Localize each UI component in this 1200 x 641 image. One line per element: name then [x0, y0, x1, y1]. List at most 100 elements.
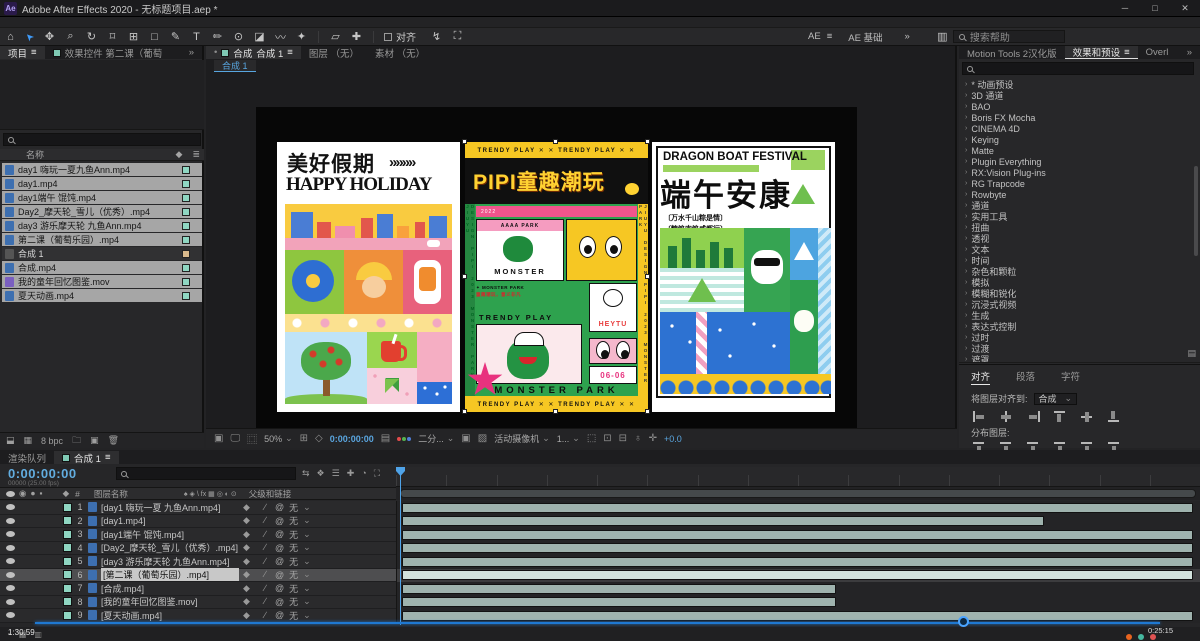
label-color-chip[interactable] [182, 291, 190, 300]
effect-group[interactable]: › RG Trapcode [959, 178, 1200, 189]
layer-parent-dropdown[interactable]: @ 无 ⌄ [275, 582, 355, 595]
exposure-value[interactable]: +0.0 [664, 434, 682, 444]
effect-group[interactable]: › 杂色和颗粒 [959, 266, 1200, 277]
label-column-icon[interactable]: ◆ [63, 488, 70, 499]
layer-row[interactable]: 7 [合成.mp4] ◆ ∕ @ 无 ⌄ [0, 582, 1200, 596]
label-color-chip[interactable] [182, 277, 190, 286]
pickwhip-icon[interactable]: @ [275, 570, 284, 580]
effect-group[interactable]: › 透视 [959, 233, 1200, 244]
av-columns-icons[interactable]: ◉●▪ [19, 488, 47, 499]
project-item[interactable]: day1 嗨玩一夏九鱼Ann.mp4 [2, 163, 202, 176]
expand-chevron-icon[interactable]: › [965, 103, 967, 110]
selection-handle[interactable] [462, 139, 467, 144]
layer-row[interactable]: 6 [第二课（葡萄乐园）.mp4] ◆ ∕ @ 无 ⌄ [0, 568, 1200, 582]
hand-tool-icon[interactable]: ✥ [39, 30, 60, 43]
tab-paragraph[interactable]: 段落 [1016, 369, 1035, 385]
layer-track[interactable] [396, 501, 1200, 515]
label-color-chip[interactable] [182, 179, 190, 188]
align-center-horizontal-icon[interactable] [1000, 411, 1013, 422]
expand-chevron-icon[interactable]: › [965, 191, 967, 198]
layer-row[interactable]: 2 [day1.mp4] ◆ ∕ @ 无 ⌄ [0, 514, 1200, 528]
expand-chevron-icon[interactable]: › [965, 334, 967, 341]
expand-chevron-icon[interactable]: › [965, 180, 967, 187]
layer-duration-bar[interactable] [402, 556, 1193, 567]
expand-chevron-icon[interactable]: › [965, 92, 967, 99]
region-of-interest-icon[interactable]: ▣ [461, 433, 470, 444]
layer-switches[interactable]: ◆ ∕ [239, 502, 275, 513]
pan-behind-tool-icon[interactable]: ⊞ [123, 30, 144, 43]
effect-group[interactable]: › RX:Vision Plug-ins [959, 167, 1200, 178]
effect-group[interactable]: › 实用工具 [959, 211, 1200, 222]
workspace-overflow-icon[interactable]: » [905, 31, 910, 42]
snap-toggle[interactable]: 对齐 [384, 29, 416, 44]
selection-handle[interactable] [553, 139, 558, 144]
composition-canvas[interactable]: 美好假期 »»»» HAPPY HOLIDAY TRENDY PLAY ✕ ✕ … [256, 107, 857, 428]
layer-duration-bar[interactable] [402, 529, 1193, 540]
selection-handle[interactable] [645, 409, 650, 414]
expand-chevron-icon[interactable]: › [965, 224, 967, 231]
expand-chevron-icon[interactable]: › [965, 246, 967, 253]
layer-name[interactable]: [Day2_摩天轮_雪儿（优秀）.mp4] [101, 541, 239, 554]
layer-parent-dropdown[interactable]: @ 无 ⌄ [275, 528, 355, 541]
layer-name[interactable]: [day3 游乐摩天轮 九鱼Ann.mp4] [101, 555, 239, 568]
layer-visibility-eye-icon[interactable] [6, 612, 15, 619]
layer-name[interactable]: [day1端午 馄饨.mp4] [101, 528, 239, 541]
layer-parent-dropdown[interactable]: @ 无 ⌄ [275, 541, 355, 554]
roto-brush-tool-icon[interactable]: 〰 [270, 29, 291, 45]
motion-blur-icon[interactable]: ◔ [361, 468, 366, 479]
bit-depth-button[interactable]: 8 bpc [41, 436, 63, 446]
clone-stamp-tool-icon[interactable]: ⊙ [228, 30, 249, 43]
expand-chevron-icon[interactable]: › [965, 279, 967, 286]
layer-name[interactable]: [day1.mp4] [101, 516, 239, 526]
pickwhip-icon[interactable]: @ [275, 597, 284, 607]
interpret-footage-icon[interactable]: ⬓ [6, 435, 15, 446]
selection-handle[interactable] [645, 274, 650, 279]
layer-parent-dropdown[interactable]: @ 无 ⌄ [275, 609, 355, 622]
project-item[interactable]: 合成.mp4 [2, 261, 202, 274]
new-folder-icon[interactable]: 🗀 [72, 433, 81, 449]
orbit-camera-tool-icon[interactable]: ↻ [81, 30, 102, 43]
selection-handle[interactable] [462, 274, 467, 279]
always-preview-icon[interactable]: ▣ [214, 433, 223, 444]
effect-group[interactable]: › 过渡 [959, 343, 1200, 354]
layer-duration-bar[interactable] [402, 583, 836, 594]
project-item[interactable]: 夏天动画.mp4 [2, 289, 202, 302]
label-color-chip[interactable] [182, 193, 190, 202]
workspace-tab[interactable]: AE 基础 [848, 30, 882, 44]
expand-chevron-icon[interactable]: › [965, 81, 967, 88]
selection-handle[interactable] [553, 409, 558, 414]
effect-group[interactable]: › BAO [959, 101, 1200, 112]
channel-colors-icon[interactable] [397, 436, 402, 441]
project-column-headers[interactable]: 名称 ◆ ≣ [0, 149, 204, 161]
align-left-icon[interactable] [973, 411, 986, 422]
expand-chevron-icon[interactable]: › [965, 345, 967, 352]
layer-visibility-eye-icon[interactable] [6, 558, 15, 565]
expand-chevron-icon[interactable]: › [965, 136, 967, 143]
label-color-chip[interactable] [182, 263, 190, 272]
layer-row[interactable]: 4 [Day2_摩天轮_雪儿（优秀）.mp4] ◆ ∕ @ 无 ⌄ [0, 541, 1200, 555]
layer-duration-bar[interactable] [402, 516, 1045, 526]
timeline-search-field[interactable] [116, 467, 296, 480]
label-column-icon[interactable]: ◆ [176, 149, 183, 160]
panel-options-icon[interactable]: ▤ [1187, 348, 1196, 359]
tab-timeline-comp[interactable]: 合成 1 ≡ [54, 451, 119, 465]
collapse-icon[interactable]: ▦ [24, 435, 33, 446]
layer-track[interactable] [396, 528, 1200, 542]
layer-label-color-chip[interactable] [63, 583, 72, 593]
effect-group[interactable]: › 扭曲 [959, 222, 1200, 233]
layer-track[interactable] [396, 555, 1200, 569]
layer-switches[interactable]: ◆ ∕ [239, 515, 275, 526]
project-item[interactable]: 第二课（葡萄乐园）.mp4 [2, 233, 202, 246]
expand-chevron-icon[interactable]: › [965, 147, 967, 154]
pickwhip-icon[interactable]: @ [275, 502, 284, 512]
layer-visibility-eye-icon[interactable] [6, 517, 15, 524]
tab-composition[interactable]: • 合成 合成 1 ≡ [206, 46, 301, 60]
pickwhip-icon[interactable]: @ [275, 529, 284, 539]
layer-name[interactable]: [第二课（葡萄乐园）.mp4] [101, 568, 239, 582]
effect-group[interactable]: › Boris FX Mocha [959, 112, 1200, 123]
layer-duration-bar[interactable] [402, 543, 1193, 553]
magnification-dropdown[interactable]: 50% ⌄ [264, 433, 293, 444]
type-tool-icon[interactable]: T [186, 31, 207, 43]
workspace-tab-active[interactable]: AE [808, 31, 821, 42]
selection-handle[interactable] [645, 139, 650, 144]
